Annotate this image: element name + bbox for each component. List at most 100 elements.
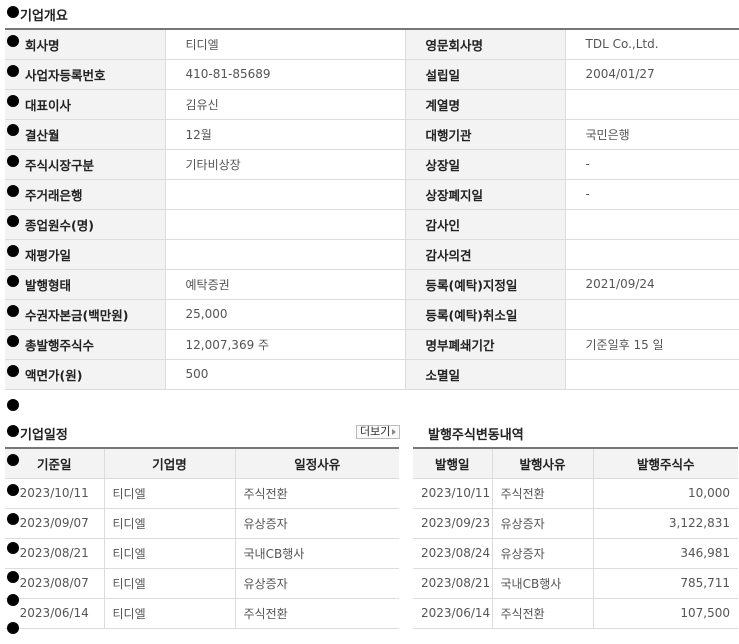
reason-cell: 주식전환 [235,478,399,509]
overview-value: 410-81-85689 [165,59,406,90]
header-row: 기준일 기업명 일정사유 [5,448,399,479]
table-row[interactable]: 2023/06/14 티디엘 주식전환 [5,598,399,629]
reason-cell: 주식전환 [492,598,594,629]
date-cell: 2023/08/21 [413,568,493,599]
table-row[interactable]: 2023/08/21 티디엘 국내CB행사 [5,538,399,569]
schedule-title: 기업일정 [20,428,68,443]
overview-label: 영문회사명 [405,29,566,60]
bullet-dot [7,275,19,287]
table-row[interactable]: 2023/09/23 유상증자 3,122,831 [413,508,738,539]
table-row[interactable]: 2023/08/21 국내CB행사 785,711 [413,568,738,599]
overview-label: 대표이사 [5,89,166,120]
overview-title: 기업개요 [20,9,68,24]
column-header: 발행주식수 [593,448,738,479]
bullet-dot [7,305,19,317]
bullet-dot [7,215,19,227]
shares-cell: 3,122,831 [593,508,738,539]
date-cell: 2023/09/23 [413,508,493,539]
table-row[interactable]: 2023/10/11 주식전환 10,000 [413,478,738,509]
overview-value [165,209,406,240]
overview-value: 2021/09/24 [565,269,739,300]
overview-value: 티디엘 [165,29,406,60]
overview-table: 회사명 티디엘 영문회사명 TDL Co.,Ltd. 사업자등록번호 410-81-856… [5,28,739,390]
bullet-dot [7,425,19,437]
date-cell: 2023/10/11 [413,478,493,509]
overview-value: - [565,149,739,180]
overview-value: 김유신 [165,89,406,120]
bullet-dot [7,35,19,47]
overview-value [565,209,739,240]
shares-cell: 785,711 [593,568,738,599]
overview-row: 주식시장구분 기타비상장 상장일 - [5,149,739,180]
bullet-dot [7,185,19,197]
overview-label: 액면가(원) [5,359,166,390]
issuance-title: 발행주식변동내역 [428,428,524,443]
date-cell: 2023/08/07 [5,568,105,599]
overview-label: 상장일 [405,149,566,180]
more-button[interactable]: 더보기 [356,425,401,439]
overview-value [565,299,739,330]
header-row: 발행일 발행사유 발행주식수 [413,448,738,479]
overview-label: 총발행주식수 [5,329,166,360]
overview-label: 결산월 [5,119,166,150]
table-row[interactable]: 2023/08/24 유상증자 346,981 [413,538,738,569]
bullet-dot [7,95,19,107]
overview-label: 회사명 [5,29,166,60]
overview-row: 액면가(원) 500 소멸일 [5,359,739,390]
overview-row: 사업자등록번호 410-81-85689 설립일 2004/01/27 [5,59,739,90]
overview-value [165,239,406,270]
reason-cell: 유상증자 [235,568,399,599]
company-cell: 티디엘 [104,478,236,509]
bullet-dot [7,594,19,606]
reason-cell: 주식전환 [492,478,594,509]
shares-cell: 107,500 [593,598,738,629]
more-button-label: 더보기 [360,425,391,438]
bullet-dot [7,622,19,634]
bullet-dot [7,124,19,136]
company-cell: 티디엘 [104,538,236,569]
bullet-dot [7,335,19,347]
bullet-dot [7,365,19,377]
date-cell: 2023/06/14 [413,598,493,629]
company-cell: 티디엘 [104,598,236,629]
overview-row: 주거래은행 상장폐지일 - [5,179,739,210]
table-row[interactable]: 2023/10/11 티디엘 주식전환 [5,478,399,509]
reason-cell: 유상증자 [492,508,594,539]
bullet-dot [7,513,19,525]
overview-label: 감사의견 [405,239,566,270]
overview-value: 국민은행 [565,119,739,150]
table-row[interactable]: 2023/09/07 티디엘 유상증자 [5,508,399,539]
overview-label: 수권자본금(백만원) [5,299,166,330]
bullet-dot [7,155,19,167]
overview-row: 종업원수(명) 감사인 [5,209,739,240]
overview-value: 12,007,369 주 [165,329,406,360]
date-cell: 2023/06/14 [5,598,105,629]
bullet-dot [7,454,19,466]
overview-label: 주식시장구분 [5,149,166,180]
arrow-right-icon [392,429,397,435]
overview-row: 총발행주식수 12,007,369 주 명부폐쇄기간 기준일후 15 일 [5,329,739,360]
overview-row: 결산월 12월 대행기관 국민은행 [5,119,739,150]
overview-label: 감사인 [405,209,566,240]
overview-label: 계열명 [405,89,566,120]
shares-cell: 346,981 [593,538,738,569]
reason-cell: 국내CB행사 [235,538,399,569]
overview-label: 발행형태 [5,269,166,300]
overview-label: 등록(예탁)지정일 [405,269,566,300]
date-cell: 2023/09/07 [5,508,105,539]
overview-value: 25,000 [165,299,406,330]
overview-value [565,239,739,270]
overview-row: 발행형태 예탁증권 등록(예탁)지정일 2021/09/24 [5,269,739,300]
reason-cell: 유상증자 [235,508,399,539]
bullet-dot [7,6,19,18]
overview-row: 재평가일 감사의견 [5,239,739,270]
bullet-dot [7,484,19,496]
bullet-dot [7,245,19,257]
table-row[interactable]: 2023/08/07 티디엘 유상증자 [5,568,399,599]
company-cell: 티디엘 [104,568,236,599]
table-row[interactable]: 2023/06/14 주식전환 107,500 [413,598,738,629]
overview-value [565,359,739,390]
overview-label: 주거래은행 [5,179,166,210]
schedule-table: 기준일 기업명 일정사유 2023/10/11 티디엘 주식전환 2023/09/07 티디엘… [5,447,399,629]
overview-value [165,179,406,210]
